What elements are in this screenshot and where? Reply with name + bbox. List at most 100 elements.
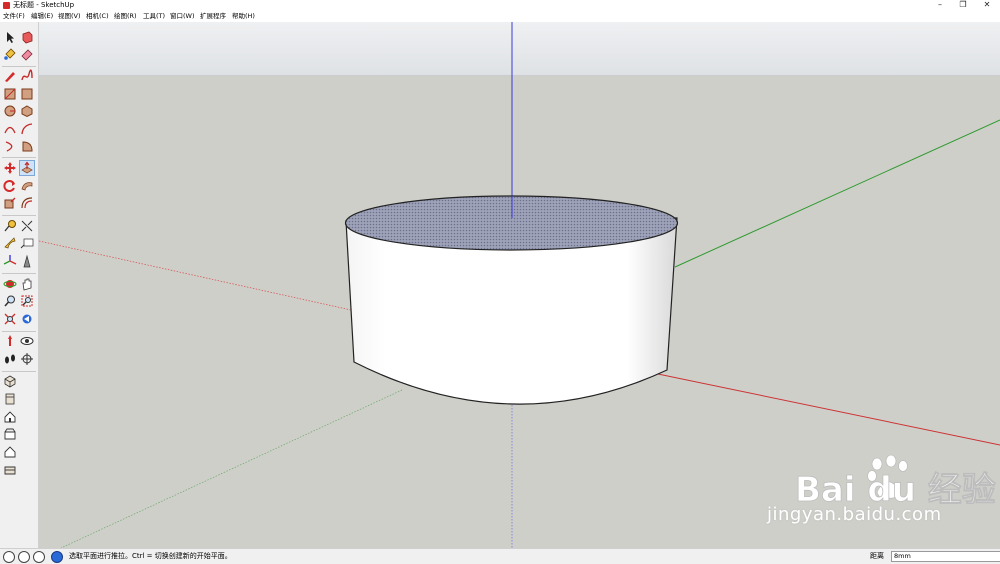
line-tool[interactable] [3,69,17,83]
hand-icon [22,278,32,291]
back-view-icon [4,446,16,458]
pie-tool[interactable] [20,139,34,153]
green-axis-positive [674,119,1000,268]
follow-me-icon [21,182,33,191]
rectangle-icon [4,88,16,100]
scale-tool[interactable] [3,196,17,210]
zoom-window-icon [21,295,33,307]
make-component-tool[interactable] [20,30,34,44]
look-around-tool[interactable] [20,334,34,348]
select-tool[interactable] [3,30,17,44]
push-pull-tool[interactable] [19,160,35,176]
eye-icon [20,337,34,345]
paint-bucket-tool[interactable] [3,47,17,61]
magnifier-icon [4,295,15,307]
window-title: 无标题 - SketchUp [13,1,75,9]
menu-edit[interactable]: 编辑(E) [31,12,53,21]
measurements-box[interactable]: 8mm [891,551,1000,562]
title-bar: 无标题 - SketchUp – ❐ ✕ [0,0,1000,11]
zoom-tool[interactable] [3,294,17,308]
polygon-tool[interactable] [20,104,34,118]
walk-tool[interactable] [3,352,17,366]
menu-bar: 文件(F) 编辑(E) 视图(V) 相机(C) 绘图(R) 工具(T) 窗口(W… [0,11,1000,22]
help-icon[interactable] [51,551,63,563]
menu-draw[interactable]: 绘图(R) [114,12,137,21]
rotated-rectangle-tool[interactable] [20,87,34,101]
orbit-icon [3,280,17,288]
right-view[interactable] [3,427,17,441]
zoom-window-tool[interactable] [20,294,34,308]
pan-tool[interactable] [20,277,34,291]
modeling-viewport[interactable]: Bai du 经验 jingyan.baidu.com [39,22,1000,548]
two-point-arc-tool[interactable] [20,122,34,136]
baidu-brand-text: Bai du 经验 [795,470,996,504]
baidu-jingyan-watermark: Bai du 经验 jingyan.baidu.com [767,452,997,542]
rotate-tool[interactable] [3,179,17,193]
credits-icon[interactable] [18,551,30,563]
minimize-button[interactable]: – [929,0,951,11]
menu-camera[interactable]: 相机(C) [86,12,109,21]
offset-icon [21,197,33,209]
freehand-icon [21,69,33,81]
dimension-tool[interactable] [20,219,34,233]
pie-icon [22,141,33,152]
follow-me-tool[interactable] [20,179,34,193]
status-bar: 选取平面进行推拉。Ctrl = 切换创建新的开始平面。 距离 8mm [0,548,1000,564]
menu-window[interactable]: 窗口(W) [170,12,195,21]
menu-view[interactable]: 视图(V) [58,12,81,21]
tape-measure-tool[interactable] [3,219,17,233]
eraser-icon [21,49,33,61]
arc-tool[interactable] [3,122,17,136]
orbit-tool[interactable] [3,277,17,291]
left-view[interactable] [3,462,17,476]
large-tool-set [0,22,39,548]
zoom-extents-tool[interactable] [3,312,17,326]
3d-text-tool[interactable] [20,254,34,268]
close-button[interactable]: ✕ [976,0,998,11]
toolbar-separator [2,331,36,332]
baidu-paw-logo: Bai du 经验 [795,454,996,510]
top-view[interactable] [3,392,17,406]
section-plane-tool[interactable] [20,352,34,366]
menu-extensions[interactable]: 扩展程序 [200,12,226,21]
text-tool[interactable] [20,236,34,250]
tape-measure-icon [4,220,16,232]
measurements-label: 距离 [870,552,884,560]
three-point-arc-tool[interactable] [3,139,17,153]
menu-tools[interactable]: 工具(T) [143,12,165,21]
user-icon[interactable] [33,551,45,563]
toolbar-separator [2,157,36,158]
rectangle-tool[interactable] [3,87,17,101]
iso-view[interactable] [3,374,17,388]
protractor-tool[interactable] [3,236,17,250]
menu-file[interactable]: 文件(F) [3,12,25,21]
arrow-icon [7,32,14,43]
right-view-icon [4,428,16,440]
circle-tool[interactable] [3,104,17,118]
position-camera-tool[interactable] [3,334,17,348]
menu-help[interactable]: 帮助(H) [232,12,255,21]
red-axis-negative [39,240,352,311]
move-tool[interactable] [3,161,17,175]
maximize-button[interactable]: ❐ [952,0,974,11]
toolbar-separator [2,371,36,372]
push-pull-icon [21,161,33,174]
eraser-tool[interactable] [20,47,34,61]
rotate-icon [3,180,15,192]
axes-icon [3,255,17,265]
freehand-tool[interactable] [20,69,34,83]
previous-view-icon [22,314,32,324]
axes-tool[interactable] [3,254,17,268]
3d-text-icon [23,254,31,268]
offset-tool[interactable] [20,196,34,210]
top-view-icon [5,393,15,405]
pencil-icon [5,72,15,82]
front-view[interactable] [3,410,17,424]
paint-bucket-icon [4,48,16,60]
back-view[interactable] [3,445,17,459]
scale-icon [4,197,16,209]
geo-location-icon[interactable] [3,551,15,563]
front-view-icon [4,411,16,423]
previous-view-tool[interactable] [20,312,34,326]
green-axis-negative [60,389,403,548]
